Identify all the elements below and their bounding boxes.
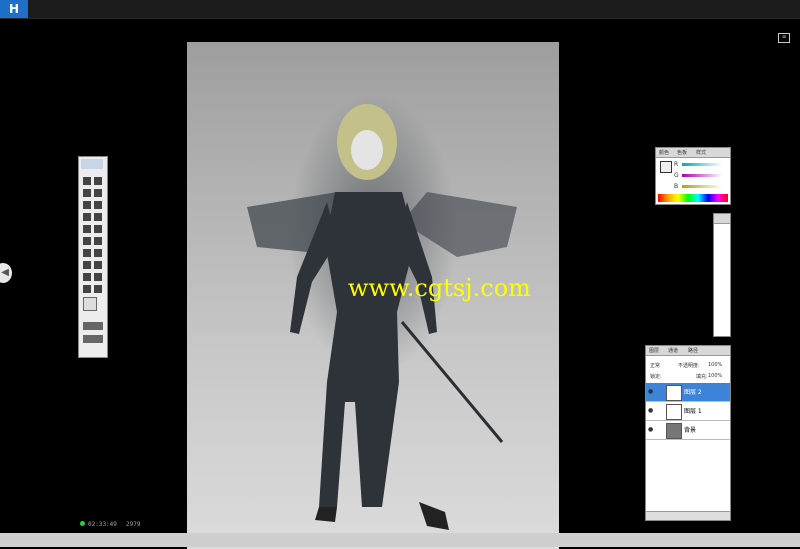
foreground-swatch[interactable] xyxy=(660,161,672,173)
slider-b[interactable] xyxy=(682,185,722,188)
tab-styles[interactable]: 样式 xyxy=(696,149,706,156)
layers-footer xyxy=(646,511,730,520)
bottom-bar xyxy=(0,533,800,547)
layer-name[interactable]: 图层 2 xyxy=(684,387,702,396)
slice-tool-icon[interactable] xyxy=(94,201,102,209)
slider-g[interactable] xyxy=(682,174,722,177)
blend-mode-select[interactable]: 正常 xyxy=(650,362,660,369)
eraser-tool-icon[interactable] xyxy=(83,237,91,245)
visibility-eye-icon[interactable]: ● xyxy=(648,388,653,395)
site-logo[interactable]: H xyxy=(0,0,28,18)
quickmask-icon[interactable] xyxy=(83,322,103,330)
ps-toolbox xyxy=(78,156,108,358)
screen-mode-icon[interactable] xyxy=(83,335,103,343)
layer-thumbnail xyxy=(666,404,682,420)
history-brush-icon[interactable] xyxy=(94,225,102,233)
history-panel xyxy=(713,213,731,337)
playback-time: 02:33:49 xyxy=(88,521,117,528)
label-r: R xyxy=(674,161,679,168)
move-tool-icon[interactable] xyxy=(94,177,102,185)
status-dot-icon xyxy=(80,521,85,526)
crop-tool-icon[interactable] xyxy=(83,201,91,209)
heal-tool-icon[interactable] xyxy=(83,213,91,221)
layer-thumbnail xyxy=(666,385,682,401)
tab-layers[interactable]: 图层 xyxy=(649,347,659,354)
layer-name[interactable]: 背景 xyxy=(684,425,696,434)
top-bar: H xyxy=(0,0,800,19)
layers-panel-tabs: 图层 通道 路径 xyxy=(646,346,730,356)
shape-tool-icon[interactable] xyxy=(94,273,102,281)
view-count: 2979 xyxy=(126,521,141,528)
opacity-label: 不透明度: xyxy=(678,363,700,369)
hand-tool-icon[interactable] xyxy=(83,285,91,293)
visibility-eye-icon[interactable]: ● xyxy=(648,426,653,433)
layer-row[interactable]: ● 图层 2 xyxy=(646,383,730,402)
layer-name[interactable]: 图层 1 xyxy=(684,406,702,415)
color-panel: 颜色 色板 样式 R G B xyxy=(655,147,731,205)
color-panel-tabs: 颜色 色板 样式 xyxy=(656,148,730,158)
video-frame[interactable]: www.cgtsj.com xyxy=(58,22,746,549)
fullscreen-icon[interactable]: ⌧ xyxy=(778,33,790,43)
magic-wand-icon[interactable] xyxy=(94,189,102,197)
tab-swatches[interactable]: 色板 xyxy=(677,149,687,156)
slider-r[interactable] xyxy=(682,163,722,166)
layer-row[interactable]: ● 图层 1 xyxy=(646,402,730,421)
layer-row[interactable]: ● 背景 xyxy=(646,421,730,440)
tab-channels[interactable]: 通道 xyxy=(668,347,678,354)
dodge-tool-icon[interactable] xyxy=(94,249,102,257)
tab-paths[interactable]: 路径 xyxy=(688,347,698,354)
lock-label: 锁定: xyxy=(650,374,662,380)
layer-thumbnail xyxy=(666,423,682,439)
history-panel-tabs xyxy=(714,214,730,224)
fill-label: 填充: xyxy=(696,374,708,380)
fill-value[interactable]: 100% xyxy=(708,373,722,379)
label-b: B xyxy=(674,183,679,190)
toolbox-header[interactable] xyxy=(81,159,103,169)
brush-tool-icon[interactable] xyxy=(94,213,102,221)
color-swatches[interactable] xyxy=(83,297,97,311)
layers-panel: 图层 通道 路径 正常 不透明度: 100% 锁定: 填充: 100% ● 图层… xyxy=(645,345,731,521)
tab-color[interactable]: 颜色 xyxy=(659,149,669,156)
marquee-tool-icon[interactable] xyxy=(83,177,91,185)
watermark-text: www.cgtsj.com xyxy=(348,274,531,302)
blur-tool-icon[interactable] xyxy=(83,249,91,257)
color-spectrum[interactable] xyxy=(658,194,728,202)
path-select-icon[interactable] xyxy=(83,261,91,269)
lasso-tool-icon[interactable] xyxy=(83,189,91,197)
zoom-tool-icon[interactable] xyxy=(94,285,102,293)
label-g: G xyxy=(674,172,679,179)
visibility-eye-icon[interactable]: ● xyxy=(648,407,653,414)
gradient-tool-icon[interactable] xyxy=(94,237,102,245)
stamp-tool-icon[interactable] xyxy=(83,225,91,233)
side-expand-handle[interactable]: ◀ xyxy=(0,263,12,283)
pen-tool-icon[interactable] xyxy=(83,273,91,281)
type-tool-icon[interactable] xyxy=(94,261,102,269)
opacity-value[interactable]: 100% xyxy=(708,362,722,368)
